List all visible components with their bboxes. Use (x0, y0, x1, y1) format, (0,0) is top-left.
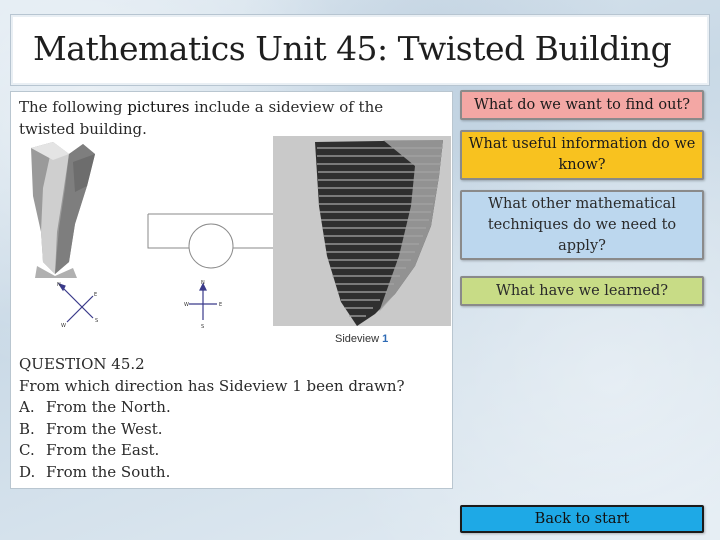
compass-center-s: S (201, 324, 204, 330)
back-to-start-button[interactable]: Back to start (460, 505, 704, 533)
find-out-button[interactable]: What do we want to find out? (460, 90, 704, 120)
compass-left-w: W (61, 323, 66, 329)
compass-left-s: S (95, 318, 98, 324)
compass-center-n: N (201, 280, 205, 286)
compass-left-e: E (94, 292, 97, 298)
option-c: C. From the East. (19, 441, 160, 459)
top-view-diagram (147, 213, 275, 269)
compass-center-w: W (184, 302, 189, 308)
question-block: QUESTION 45.2 From which direction has S… (19, 354, 444, 483)
building-3d-image (23, 136, 118, 278)
building-figure: N E S W N E S W Sideview 1 (23, 136, 451, 345)
intro-text: The following pictures include a sidevie… (19, 96, 419, 140)
content-panel: The following pictures include a sidevie… (10, 91, 453, 489)
learned-button[interactable]: What have we learned? (460, 276, 704, 306)
compass-left (57, 282, 94, 323)
useful-info-button[interactable]: What useful information do we know? (460, 130, 704, 180)
intro-before: The following (19, 98, 128, 116)
compass-left-n: N (57, 282, 61, 288)
intro-highlight: pictures (127, 98, 190, 116)
question-prompt: From which direction has Sideview 1 been… (19, 376, 405, 395)
sideview-image (273, 136, 451, 326)
compass-center-e: E (219, 302, 222, 308)
techniques-button[interactable]: What other mathematical techniques do we… (460, 190, 704, 260)
compass-center (189, 282, 217, 320)
option-a: A. From the North. (19, 398, 171, 416)
sideview-caption: Sideview 1 (335, 333, 388, 345)
page-title: Mathematics Unit 45: Twisted Building (33, 29, 672, 68)
option-d: D. From the South. (19, 462, 171, 481)
title-bar: Mathematics Unit 45: Twisted Building (10, 14, 710, 86)
question-heading: QUESTION 45.2 (19, 355, 145, 373)
option-b: B. From the West. (19, 419, 163, 438)
